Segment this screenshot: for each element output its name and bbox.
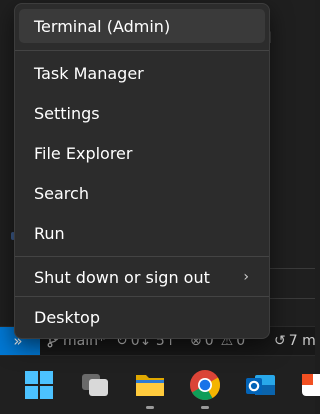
menu-item-desktop[interactable]: Desktop (19, 300, 265, 334)
chrome-indicator (201, 406, 209, 409)
time-indicator[interactable]: ↺ 7 m (274, 333, 316, 349)
background-divider-2 (268, 298, 315, 299)
file-explorer-indicator (146, 406, 154, 409)
time-text: 7 m (288, 333, 316, 349)
menu-separator (15, 50, 269, 51)
history-icon: ↺ (274, 333, 286, 349)
taskbar (0, 355, 320, 414)
menu-item-label: Run (34, 223, 65, 243)
menu-item-label: Shut down or sign out (34, 267, 210, 287)
background-divider (268, 268, 315, 269)
menu-item-label: Terminal (Admin) (34, 16, 171, 36)
menu-item-label: Task Manager (34, 63, 144, 83)
menu-item-search[interactable]: Search (19, 176, 265, 210)
menu-item-label: File Explorer (34, 143, 133, 163)
menu-separator (15, 256, 269, 257)
windows-start-icon[interactable] (22, 368, 56, 402)
menu-separator (15, 296, 269, 297)
menu-item-settings[interactable]: Settings (19, 96, 265, 130)
menu-item-task-manager[interactable]: Task Manager (19, 56, 265, 90)
menu-item-label: Search (34, 183, 89, 203)
menu-item-shut-down[interactable]: Shut down or sign out › (19, 260, 265, 294)
chevron-right-icon: › (243, 269, 249, 285)
quick-link-menu: Terminal (Admin) Task Manager Settings F… (14, 3, 270, 339)
menu-item-label: Settings (34, 103, 100, 123)
file-explorer-icon[interactable] (133, 368, 167, 402)
menu-item-label: Desktop (34, 307, 100, 327)
menu-item-terminal-admin[interactable]: Terminal (Admin) (19, 9, 265, 43)
outlook-icon[interactable] (243, 368, 277, 402)
task-view-icon[interactable] (78, 368, 112, 402)
menu-item-file-explorer[interactable]: File Explorer (19, 136, 265, 170)
app-icon[interactable] (300, 368, 320, 402)
chrome-icon[interactable] (188, 368, 222, 402)
menu-item-run[interactable]: Run (19, 216, 265, 250)
